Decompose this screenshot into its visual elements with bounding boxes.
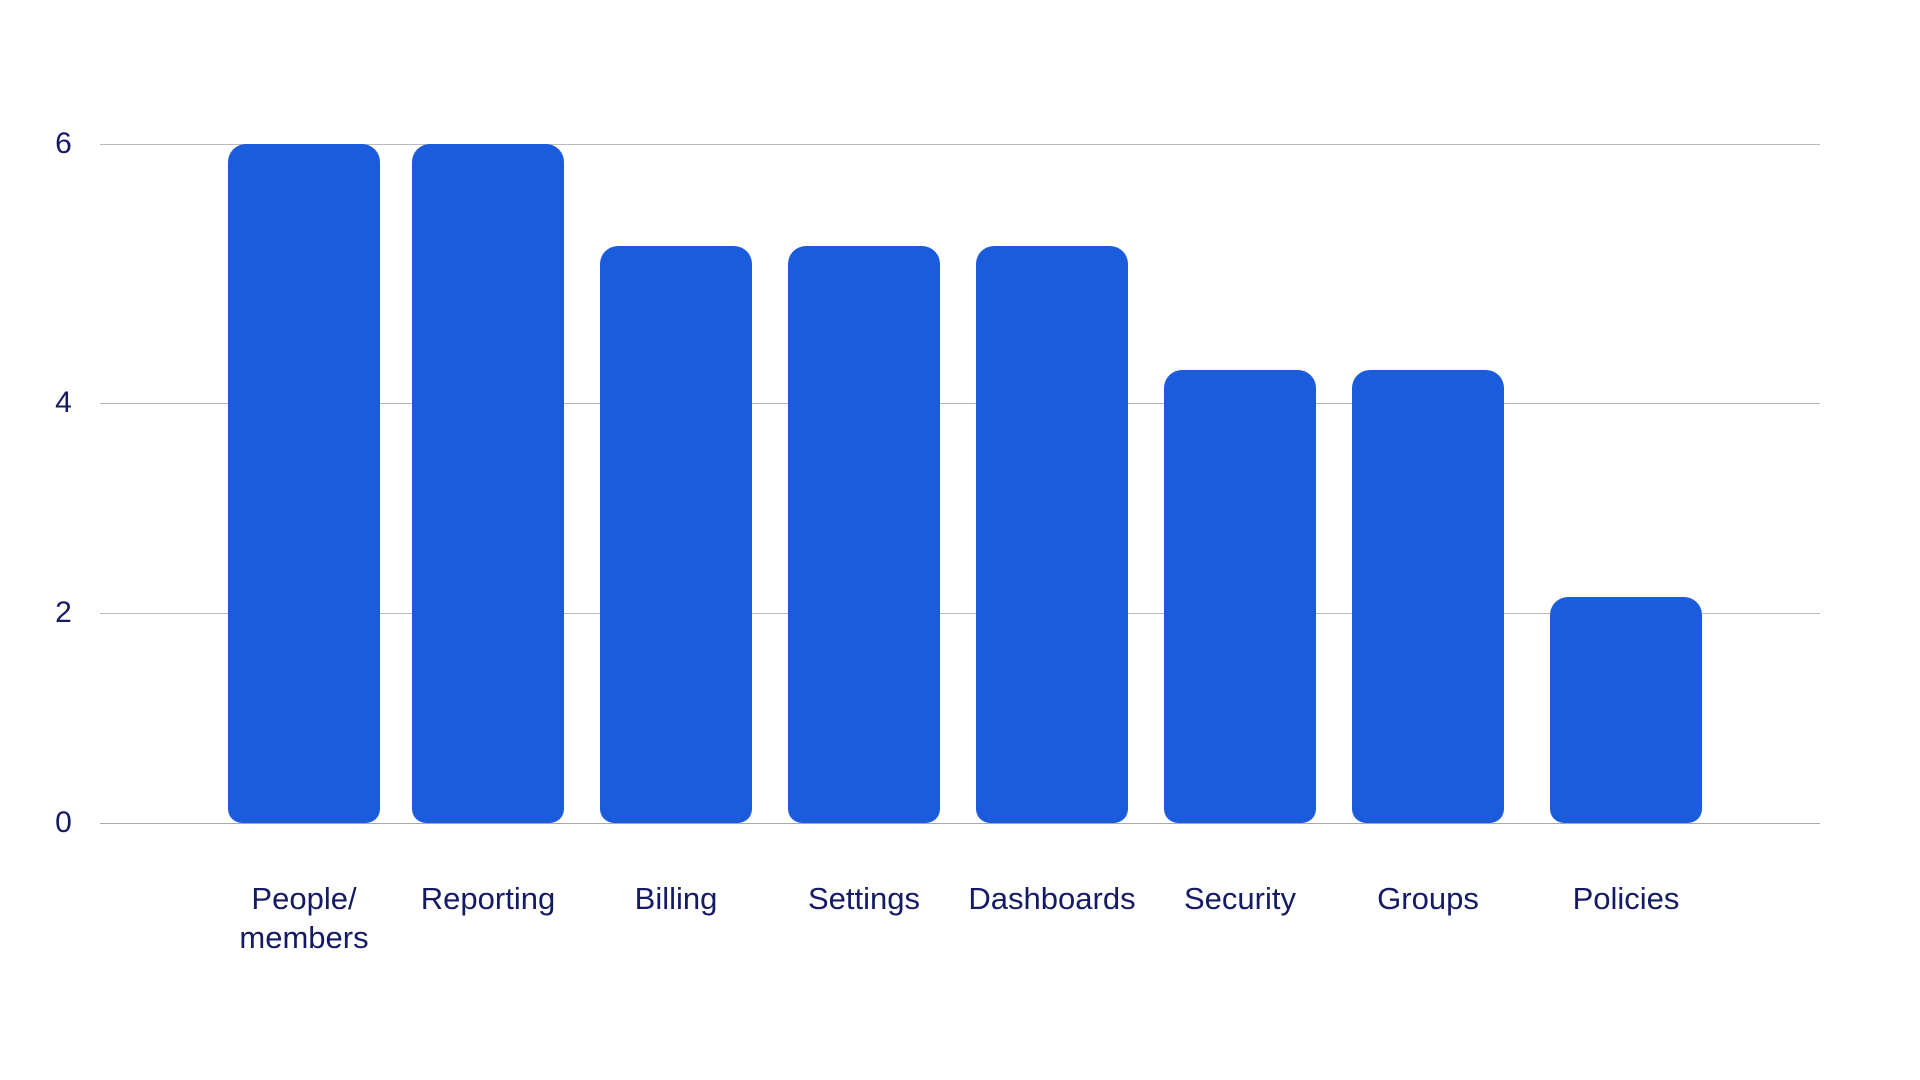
y-tick-label-6: 6 [55, 127, 72, 160]
bar-rect [228, 144, 380, 823]
bar-rect [788, 245, 940, 823]
bar-billing[interactable] [600, 245, 752, 823]
bar-people-members[interactable] [228, 144, 380, 823]
y-tick-label-4: 4 [55, 386, 72, 419]
bar-rect [1550, 596, 1702, 823]
x-label-policies: Policies [1572, 881, 1680, 916]
bar-chart: 6 4 2 0 People/ members Reporting Billin… [0, 0, 1920, 1080]
x-label-groups: Groups [1377, 881, 1479, 916]
y-tick-label-0: 0 [55, 806, 72, 839]
bar-rect [1164, 370, 1316, 823]
bar-rect [1352, 370, 1504, 823]
bar-settings[interactable] [788, 245, 940, 823]
bar-rect [976, 245, 1128, 823]
bar-rect [600, 245, 752, 823]
x-axis-labels: People/ members Reporting Billing Settin… [100, 880, 1820, 1020]
bar-dashboards[interactable] [976, 245, 1128, 823]
bar-rect [412, 144, 564, 823]
bar-groups[interactable] [1352, 370, 1504, 823]
y-tick-label-2: 2 [55, 596, 72, 629]
bar-security[interactable] [1164, 370, 1316, 823]
bar-reporting[interactable] [412, 144, 564, 823]
bar-policies[interactable] [1550, 596, 1702, 823]
